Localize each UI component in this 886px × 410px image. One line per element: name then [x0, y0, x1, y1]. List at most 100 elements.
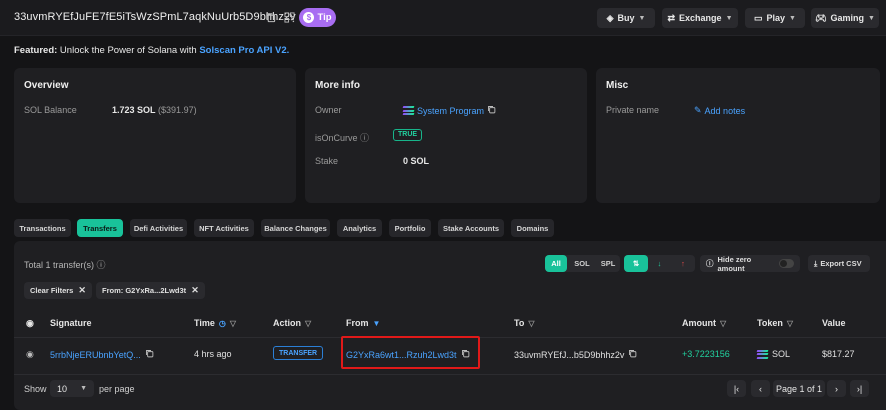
total-transfers: Total 1 transfer(s) ⓘ: [24, 258, 106, 271]
filter-icon[interactable]: ▽: [720, 319, 726, 328]
solscan-pro-api-link[interactable]: Solscan Pro API V2: [199, 45, 286, 56]
tab-balance-changes[interactable]: Balance Changes: [261, 219, 330, 237]
overview-title: Overview: [24, 80, 69, 91]
stake-label: Stake: [315, 156, 339, 166]
misc-card: Misc Private name ✎ Add notes: [596, 68, 880, 203]
close-icon[interactable]: ✕: [191, 285, 199, 296]
sol-balance-amount: 1.723 SOL: [112, 105, 156, 115]
tab-stake-accounts[interactable]: Stake Accounts: [438, 219, 504, 237]
exchange-menu-button[interactable]: ⇄ Exchange ▼: [662, 8, 738, 28]
column-time: Time ◷ ▽: [194, 318, 236, 328]
play-label: Play: [766, 13, 786, 23]
column-from-label: From: [346, 318, 369, 328]
token-filter-group: All SOL SPL: [545, 255, 620, 272]
system-program-link[interactable]: System Program: [417, 106, 484, 116]
table-row-action: TRANSFER: [273, 346, 324, 360]
chevron-left-icon: ‹: [759, 383, 762, 394]
sort-direction-group: ⇅ ↓ ↑: [624, 255, 695, 272]
filter-icon[interactable]: ▽: [305, 319, 311, 328]
transfers-panel: Total 1 transfer(s) ⓘ All SOL SPL ⇅ ↓ ↑ …: [14, 241, 886, 410]
first-page-button[interactable]: |‹: [727, 380, 746, 397]
gaming-label: Gaming: [830, 13, 864, 23]
last-page-icon: ›|: [856, 383, 863, 394]
prev-page-button[interactable]: ‹: [751, 380, 770, 397]
toggle-switch[interactable]: [779, 259, 794, 268]
sort-both-icon[interactable]: ⇅: [624, 255, 648, 272]
filter-spl-button[interactable]: SPL: [596, 255, 620, 272]
play-icon: ▭: [754, 12, 763, 23]
overview-card: Overview SOL Balance 1.723 SOL ($391.97): [14, 68, 296, 203]
export-csv-label: Export CSV: [820, 259, 862, 268]
play-menu-button[interactable]: ▭ Play ▼: [745, 8, 805, 28]
stake-value: 0 SOL: [403, 156, 430, 166]
export-csv-button[interactable]: ⤓ Export CSV: [808, 255, 870, 272]
last-page-button[interactable]: ›|: [850, 380, 869, 397]
eye-column-icon: ◉: [26, 318, 34, 328]
tip-label: Tip: [317, 12, 332, 23]
view-details-icon[interactable]: ◉: [26, 349, 34, 360]
sol-balance-usd: ($391.97): [158, 105, 197, 115]
solana-logo-icon: [402, 106, 415, 115]
tip-button[interactable]: $ Tip: [299, 8, 336, 27]
arrow-down-icon[interactable]: ↓: [648, 255, 671, 272]
filter-all-button[interactable]: All: [545, 255, 567, 272]
tab-transfers[interactable]: Transfers: [77, 219, 123, 237]
arrow-up-icon[interactable]: ↑: [671, 255, 695, 272]
filter-icon[interactable]: ▽: [787, 319, 793, 328]
chevron-down-icon: ▼: [80, 385, 87, 392]
tab-transactions[interactable]: Transactions: [14, 219, 71, 237]
more-info-card: More info Owner System Program isOnCurve…: [305, 68, 587, 203]
buy-menu-button[interactable]: ◈ Buy ▼: [597, 8, 655, 28]
info-icon[interactable]: ⓘ: [97, 260, 106, 270]
from-filter-chip[interactable]: From: G2YxRa...2Lwd3t ✕: [96, 282, 205, 299]
from-filter-label: From: G2YxRa...2Lwd3t: [102, 286, 187, 295]
copy-icon[interactable]: [145, 349, 154, 360]
featured-text: Unlock the Power of Solana with: [57, 45, 200, 56]
gaming-icon: 🎮︎: [815, 12, 827, 23]
filter-active-icon[interactable]: ▼: [373, 319, 381, 328]
signature-link[interactable]: 5rrbNjeERUbnbYetQ...: [50, 350, 141, 360]
transfer-badge: TRANSFER: [273, 346, 324, 360]
copy-icon[interactable]: [628, 349, 637, 360]
exchange-icon: ⇄: [667, 12, 676, 23]
copy-icon[interactable]: [487, 105, 496, 116]
column-amount: Amount ▽: [682, 318, 726, 328]
tab-defi-activities[interactable]: Defi Activities: [130, 219, 187, 237]
is-on-curve-label: isOnCurve ⓘ: [315, 131, 369, 144]
exchange-label: Exchange: [679, 13, 722, 23]
chevron-down-icon: ▼: [638, 14, 646, 22]
add-notes-label: Add notes: [704, 105, 746, 116]
filter-icon[interactable]: ▽: [230, 319, 236, 328]
owner-label: Owner: [315, 105, 342, 115]
to-address[interactable]: 33uvmRYEfJ...b5D9bhhz2v: [514, 350, 624, 360]
copy-icon[interactable]: [264, 11, 276, 23]
tab-portfolio[interactable]: Portfolio: [389, 219, 431, 237]
clear-filters-label: Clear Filters: [30, 286, 74, 295]
column-token-label: Token: [757, 318, 783, 328]
gaming-menu-button[interactable]: 🎮︎ Gaming ▼: [811, 8, 879, 28]
info-icon[interactable]: ⓘ: [360, 133, 369, 143]
clock-icon[interactable]: ◷: [219, 319, 226, 328]
clear-filters-chip[interactable]: Clear Filters ✕: [24, 282, 92, 299]
close-icon[interactable]: ✕: [78, 285, 86, 296]
add-notes-button[interactable]: ✎ Add notes: [694, 105, 745, 116]
column-time-label: Time: [194, 318, 215, 328]
table-row-value: $817.27: [822, 349, 855, 359]
featured-suffix: .: [286, 45, 290, 56]
tab-domains[interactable]: Domains: [511, 219, 554, 237]
column-action: Action ▽: [273, 318, 311, 328]
qr-code-icon[interactable]: [283, 11, 295, 23]
table-row-token[interactable]: SOL: [756, 349, 790, 359]
hide-zero-toggle[interactable]: ⓘ Hide zero amount: [700, 255, 800, 273]
filter-icon[interactable]: ▽: [528, 319, 534, 328]
filter-sol-button[interactable]: SOL: [570, 255, 594, 272]
page-indicator: Page 1 of 1: [773, 380, 825, 397]
chevron-down-icon: ▼: [725, 14, 733, 22]
first-page-icon: |‹: [733, 383, 740, 394]
tab-nft-activities[interactable]: NFT Activities: [194, 219, 254, 237]
next-page-button[interactable]: ›: [827, 380, 846, 397]
page-size-select[interactable]: 10 ▼: [50, 380, 94, 397]
buy-icon: ◈: [606, 12, 614, 23]
tab-analytics[interactable]: Analytics: [337, 219, 382, 237]
is-on-curve-badge: TRUE: [393, 129, 423, 141]
